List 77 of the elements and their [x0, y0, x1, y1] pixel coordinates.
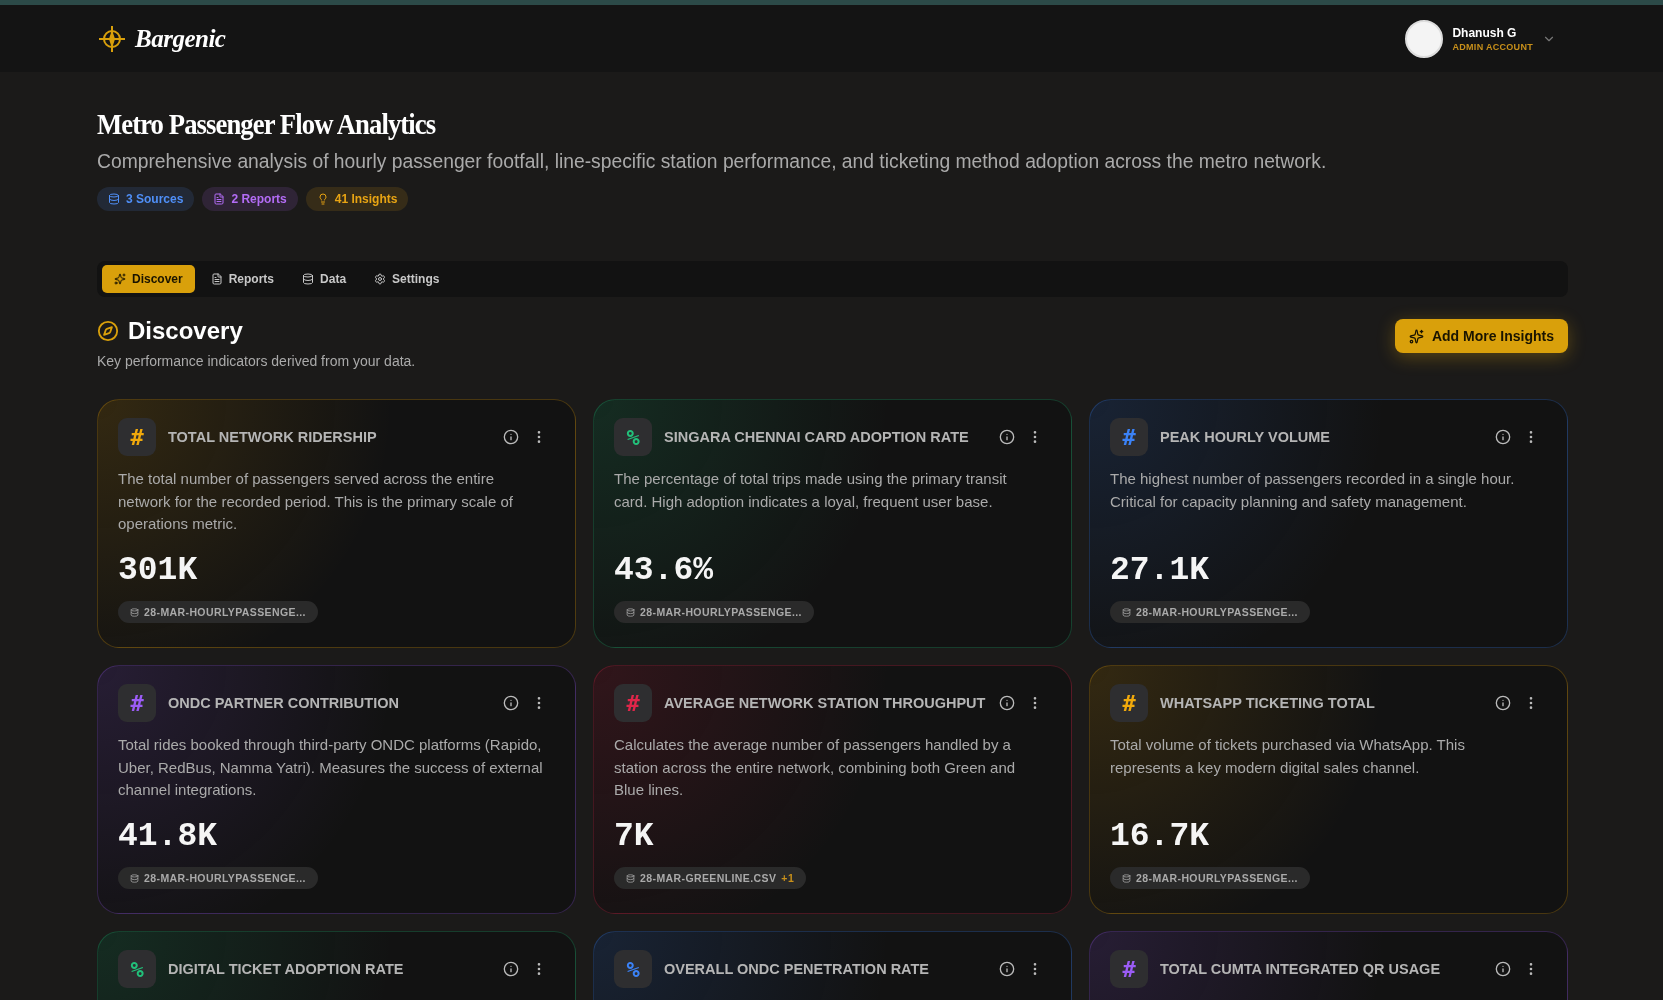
- metric-symbol: #: [1122, 690, 1136, 716]
- database-icon: [130, 873, 139, 883]
- metric-symbol: %: [130, 956, 144, 982]
- metric-title: PEAK HOURLY VOLUME: [1160, 429, 1331, 445]
- count-badge: 3 Sources: [97, 187, 195, 211]
- database-icon: [626, 607, 635, 617]
- tab[interactable]: Reports: [198, 265, 287, 293]
- user-name: Dhanush G: [1452, 25, 1518, 40]
- metric-title: SINGARA CHENNAI CARD ADOPTION RATE: [664, 429, 970, 445]
- metric-description: Total volume of tickets purchased via WhatsApp. This represents a key modern digital sales channel.: [1110, 735, 1466, 778]
- section-title: Discovery: [128, 317, 243, 345]
- metric-symbol: #: [626, 690, 640, 716]
- metric-title: WHATSAPP TICKETING TOTAL: [1160, 695, 1376, 711]
- compass-icon: [97, 320, 119, 342]
- metric-title: AVERAGE NETWORK STATION THROUGHPUT: [664, 695, 987, 711]
- metric-value: 16.7K: [1110, 818, 1211, 855]
- database-icon: [626, 873, 635, 883]
- metric-title: DIGITAL TICKET ADOPTION RATE: [168, 961, 405, 977]
- database-icon: [130, 607, 139, 617]
- add-insights-button[interactable]: Add More Insights: [1394, 319, 1568, 353]
- info-icon[interactable]: [503, 961, 519, 977]
- page-subtitle: Comprehensive analysis of hourly passenger footfall, line-specific station performance, and ticketing method adoption across the metro network.: [97, 151, 1328, 173]
- document-icon: [213, 193, 226, 205]
- metric-description: Calculates the average number of passengers handled by a station across the entire network, combining both Green and Blue lines.: [614, 735, 1017, 800]
- database-icon: [1122, 873, 1131, 883]
- source-chip: 28-MAR-HOURLYPASSENGE...: [1110, 601, 1310, 623]
- section-subtitle: Key performance indicators derived from your data.: [97, 353, 416, 369]
- info-icon[interactable]: [999, 961, 1015, 977]
- count-badge: 41 Insights: [305, 187, 409, 211]
- source-chip: 28-MAR-GREENLINE.CSV +1: [614, 867, 807, 889]
- source-chip: 28-MAR-HOURLYPASSENGE...: [1110, 867, 1310, 889]
- database-icon: [302, 273, 315, 285]
- metric-description: Total rides booked through third-party ONDC platforms (Rapido, Uber, RedBus, Namma Yatri). Measures the success of external channel integrations.: [118, 735, 544, 800]
- metric-symbol: %: [626, 956, 640, 982]
- document-icon: [210, 273, 223, 285]
- info-icon[interactable]: [1495, 961, 1511, 977]
- sparkle-icon: [114, 273, 126, 285]
- metric-value: 41.8K: [118, 818, 219, 855]
- metric-title: TOTAL CUMTA INTEGRATED QR USAGE: [1160, 961, 1442, 977]
- metric-description: The highest number of passengers recorded in a single hour. Critical for capacity planning and safety management.: [1110, 469, 1516, 512]
- metric-value: 27.1K: [1110, 552, 1211, 589]
- logo-icon: [97, 23, 127, 54]
- info-icon[interactable]: [503, 695, 519, 711]
- gear-icon: [374, 273, 387, 285]
- sparkle-icon: [1408, 328, 1424, 344]
- metric-description: The percentage of total trips made using the primary transit card. High adoption indicates a loyal, frequent user base.: [614, 469, 1008, 512]
- tab[interactable]: Data: [290, 265, 359, 293]
- metric-description: The total number of passengers served across the entire network for the recorded period. This is the primary scale of operations metric.: [118, 469, 514, 534]
- metric-value: 43.6%: [614, 552, 715, 589]
- info-icon[interactable]: [999, 429, 1015, 445]
- user-role: ADMIN ACCOUNT: [1452, 41, 1533, 52]
- tab[interactable]: Settings: [362, 265, 452, 293]
- metric-symbol: %: [626, 424, 640, 450]
- info-icon[interactable]: [503, 429, 519, 445]
- metric-symbol: #: [1122, 956, 1136, 982]
- source-chip: 28-MAR-HOURLYPASSENGE...: [118, 867, 318, 889]
- lightbulb-icon: [316, 193, 329, 205]
- source-chip: 28-MAR-HOURLYPASSENGE...: [118, 601, 318, 623]
- metric-symbol: #: [1122, 424, 1136, 450]
- brand-name: Bargenic: [135, 24, 226, 53]
- database-icon: [1122, 607, 1131, 617]
- info-icon[interactable]: [1495, 695, 1511, 711]
- tab[interactable]: Discover: [102, 265, 195, 293]
- metric-title: TOTAL NETWORK RIDERSHIP: [168, 429, 378, 445]
- metric-symbol: #: [130, 424, 144, 450]
- metric-title: OVERALL ONDC PENETRATION RATE: [664, 961, 931, 977]
- user-avatar[interactable]: [1405, 19, 1444, 58]
- info-icon[interactable]: [1495, 429, 1511, 445]
- source-chip: 28-MAR-HOURLYPASSENGE...: [614, 601, 814, 623]
- metric-value: 7K: [614, 818, 655, 855]
- metric-symbol: #: [130, 690, 144, 716]
- metric-title: ONDC PARTNER CONTRIBUTION: [168, 695, 400, 711]
- count-badge: 2 Reports: [202, 187, 298, 211]
- database-icon: [108, 193, 120, 205]
- page-title: Metro Passenger Flow Analytics: [97, 108, 437, 141]
- metric-value: 301K: [118, 552, 199, 589]
- info-icon[interactable]: [999, 695, 1015, 711]
